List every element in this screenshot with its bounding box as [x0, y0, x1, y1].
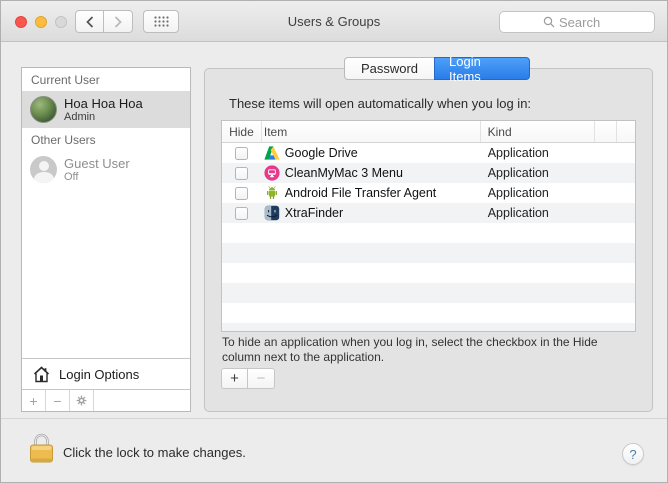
login-items-table: Hide Item Kind Google Drive Application …: [221, 120, 636, 332]
search-icon: [543, 16, 555, 28]
column-header-kind[interactable]: Kind: [481, 121, 596, 142]
hide-checkbox[interactable]: [235, 206, 249, 220]
table-row[interactable]: CleanMyMac 3 Menu Application: [222, 163, 635, 183]
guest-avatar: [30, 156, 57, 183]
lock-button[interactable]: [28, 432, 55, 464]
column-header-item[interactable]: Item: [262, 121, 481, 142]
remove-login-item-button[interactable]: −: [248, 368, 275, 389]
table-empty-row: [222, 263, 635, 283]
search-field[interactable]: [499, 11, 655, 33]
titlebar: Users & Groups: [1, 1, 667, 42]
table-empty-row: [222, 303, 635, 323]
current-user-header: Current User: [31, 73, 100, 87]
table-row[interactable]: XtraFinder Application: [222, 203, 635, 223]
table-row[interactable]: Android File Transfer Agent Application: [222, 183, 635, 203]
item-kind: Application: [487, 146, 549, 160]
home-icon: [33, 365, 50, 382]
hide-checkbox[interactable]: [235, 186, 249, 200]
hide-checkbox[interactable]: [235, 146, 249, 160]
icon-android: [264, 185, 280, 201]
item-name: Google Drive: [284, 146, 358, 160]
add-user-button[interactable]: +: [22, 390, 46, 411]
toolbar-filler: [94, 390, 190, 411]
sidebar-item-current-user[interactable]: Hoa Hoa Hoa Admin: [22, 91, 190, 128]
guest-name: Guest User: [64, 155, 130, 171]
icon-google-drive: [264, 145, 280, 161]
help-button[interactable]: ?: [622, 443, 644, 465]
column-header-hide[interactable]: Hide: [222, 121, 262, 142]
column-header-extra2: [617, 121, 635, 142]
user-actions-button[interactable]: [70, 390, 94, 411]
icon-xtrafinder: [264, 205, 280, 221]
lock-message: Click the lock to make changes.: [63, 445, 246, 460]
table-header: Hide Item Kind: [222, 121, 635, 143]
table-empty-row: [222, 243, 635, 263]
hide-help-text: To hide an application when you log in, …: [222, 335, 598, 364]
user-role: Admin: [64, 110, 96, 123]
search-input[interactable]: [559, 14, 611, 30]
other-users-header: Other Users: [31, 133, 96, 147]
gear-icon: [75, 394, 88, 407]
sidebar-toolbar: + −: [22, 389, 190, 411]
item-kind: Application: [487, 186, 549, 200]
item-name: Android File Transfer Agent: [284, 186, 437, 200]
table-empty-row: [222, 223, 635, 243]
sidebar-item-guest-user[interactable]: Guest User Off: [22, 151, 190, 188]
user-name: Hoa Hoa Hoa: [64, 95, 143, 111]
item-kind: Application: [487, 206, 549, 220]
hide-checkbox[interactable]: [235, 166, 249, 180]
table-row[interactable]: Google Drive Application: [222, 143, 635, 163]
login-items-table-body: Google Drive Application CleanMyMac 3 Me…: [222, 143, 635, 331]
tab-login-items[interactable]: Login Items: [434, 54, 530, 84]
column-header-extra1: [595, 121, 618, 142]
login-items-heading: These items will open automatically when…: [229, 96, 532, 111]
login-options-button[interactable]: Login Options: [22, 358, 190, 389]
guest-status: Off: [64, 170, 79, 183]
login-options-label: Login Options: [59, 366, 140, 382]
table-empty-row: [222, 323, 635, 331]
users-and-groups-window: Users & Groups Current User Hoa Hoa Hoa …: [0, 0, 668, 483]
item-name: CleanMyMac 3 Menu: [284, 166, 403, 180]
remove-user-button[interactable]: −: [46, 390, 70, 411]
user-avatar: [30, 96, 57, 123]
footer-divider: [1, 418, 667, 419]
table-empty-row: [222, 283, 635, 303]
tab-password[interactable]: Password: [344, 57, 434, 80]
add-remove-group: + −: [221, 368, 275, 389]
icon-cleanmymac: [264, 165, 280, 181]
add-login-item-button[interactable]: +: [221, 368, 248, 389]
user-list-sidebar: Current User Hoa Hoa Hoa Admin Other Use…: [21, 67, 191, 412]
item-name: XtraFinder: [284, 206, 344, 220]
lock-icon: [30, 433, 53, 463]
item-kind: Application: [487, 166, 549, 180]
tab-bar: Password Login Items: [344, 54, 530, 84]
